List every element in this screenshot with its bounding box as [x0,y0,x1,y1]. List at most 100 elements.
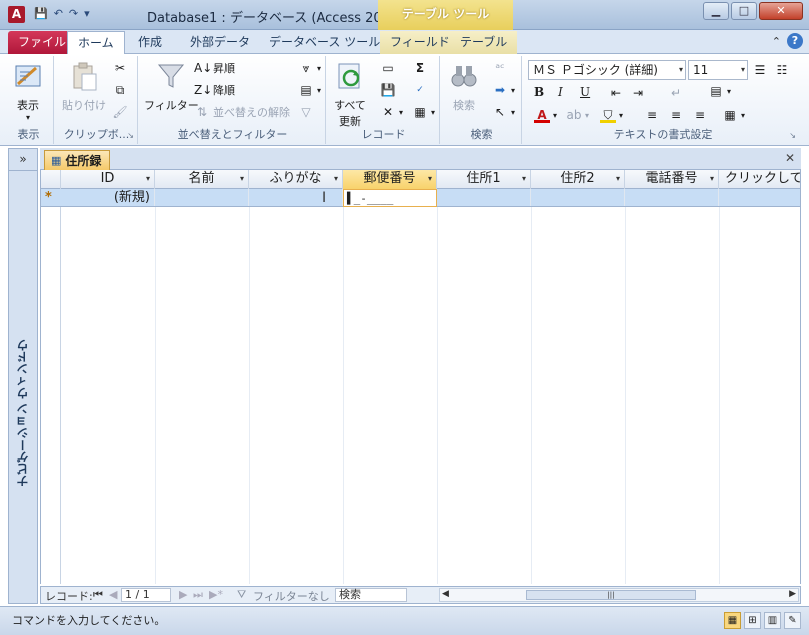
align-right-button[interactable]: ≡ [692,107,708,123]
cell-name[interactable] [155,189,249,206]
font-color-button[interactable]: A ▾ [534,107,557,123]
tab-table[interactable]: テーブル [450,31,518,54]
gridlines-button[interactable]: ▤ ▾ [708,83,731,99]
align-center-button[interactable]: ≡ [668,107,684,123]
tab-database-tools[interactable]: データベース ツール [259,31,390,54]
totals-button[interactable]: Σ [412,60,428,76]
decrease-indent-button[interactable]: ⇤ [608,85,624,101]
close-document-icon[interactable]: ✕ [785,151,795,165]
selection-filter-button[interactable]: ⩔ ▾ [298,60,321,76]
highlight-button[interactable]: ab ▾ [566,107,590,123]
cell-address2[interactable] [531,189,625,206]
font-size-combo[interactable]: 11 ▾ [688,60,748,80]
cell-phone[interactable] [625,189,719,206]
bold-button[interactable]: B [534,85,544,99]
goto-button[interactable]: ➡ ▾ [492,82,515,98]
select-button[interactable]: ↖ ▾ [492,104,515,120]
column-header-name[interactable]: 名前 ▾ [155,170,249,189]
cell-furigana[interactable] [249,189,343,206]
more-records-button[interactable]: ▦ ▾ [412,104,435,120]
replace-button[interactable]: ᵃᶜ [492,60,508,76]
datasheet-view-icon[interactable]: ▦ [724,612,741,629]
undo-icon[interactable]: ↶ [54,7,63,20]
sort-ascending-button[interactable]: A↓ 昇順 [194,60,235,76]
cut-button[interactable]: ✂ [112,60,128,76]
filter-status-button[interactable]: フィルターなし [253,588,330,604]
column-header-address1[interactable]: 住所1 ▾ [437,170,531,189]
tab-file[interactable]: ファイル [8,31,77,54]
tab-fields[interactable]: フィールド [380,31,460,54]
increase-indent-button[interactable]: ⇥ [630,85,646,101]
toggle-filter-button[interactable]: ▽ [298,104,314,120]
column-header-phone[interactable]: 電話番号 ▾ [625,170,719,189]
new-record-row[interactable]: * (新規) ▌_-____ [41,189,800,207]
copy-button[interactable]: ⧉ [112,82,128,98]
customize-qat-icon[interactable]: ▾ [84,7,90,20]
bullets-button[interactable]: ☰ [752,62,768,78]
text-format-launcher-icon[interactable]: ↘ [789,131,796,140]
column-header-id[interactable]: ID ▾ [61,170,155,189]
pivot-chart-view-icon[interactable]: ▥ [764,612,781,629]
clear-sort-button[interactable]: ⇅ 並べ替えの解除 [194,104,290,120]
column-header-address2[interactable]: 住所2 ▾ [531,170,625,189]
close-button[interactable]: ✕ [759,2,803,20]
record-search-input[interactable]: 検索 [335,588,407,602]
pivot-table-view-icon[interactable]: ⊞ [744,612,761,629]
save-record-button[interactable]: 💾 [380,82,396,98]
find-button[interactable]: 検索 [448,60,480,113]
design-view-status-icon[interactable]: ✎ [784,612,801,629]
font-name-combo[interactable]: ＭＳ Ｐゴシック (詳細) ▾ [528,60,686,80]
save-icon[interactable]: 💾 [34,7,48,20]
new-record-nav-icon[interactable]: ▶* [209,588,223,601]
column-dropdown-icon[interactable]: ▾ [428,170,432,188]
column-header-click-to-add[interactable]: クリックして追 [719,170,800,189]
clipboard-launcher-icon[interactable]: ↘ [127,131,134,140]
help-icon[interactable]: ? [787,33,803,49]
left-to-right-button[interactable]: ↵ [668,85,684,101]
current-record-input[interactable]: 1 / 1 [121,588,171,602]
navigation-pane[interactable]: » ナビゲーション ウィンドウ [8,148,38,604]
filter-button[interactable]: フィルター [144,60,199,113]
delete-record-button[interactable]: ✕ ▾ [380,104,403,120]
nav-pane-toggle-button[interactable]: » [9,149,37,171]
redo-icon[interactable]: ↷ [69,7,78,20]
scroll-thumb[interactable]: ||| [526,590,696,600]
access-app-icon[interactable]: A [8,6,25,23]
minimize-ribbon-icon[interactable]: ⌃ [772,35,781,48]
numbering-button[interactable]: ☷ [774,62,790,78]
alt-row-color-button[interactable]: ▦ ▾ [722,107,745,123]
font-name-dropdown-icon[interactable]: ▾ [679,61,683,79]
sort-descending-button[interactable]: Z↓ 降順 [194,82,235,98]
column-dropdown-icon[interactable]: ▾ [522,170,526,188]
cell-id[interactable]: (新規) [61,189,155,206]
underline-button[interactable]: U [580,85,590,99]
column-header-postal-code[interactable]: 郵便番号 ▾ [343,170,437,189]
previous-record-icon[interactable]: ◀ [109,588,117,601]
first-record-icon[interactable]: ⏮ [93,588,103,602]
align-left-button[interactable]: ≡ [644,107,660,123]
view-button[interactable]: 表示 ▾ [12,60,44,122]
select-all-corner[interactable] [41,170,61,189]
font-size-dropdown-icon[interactable]: ▾ [741,61,745,79]
paste-button[interactable]: 貼り付け [62,60,106,113]
doc-tab-addressbook[interactable]: ▦ 住所録 [44,150,111,170]
format-painter-button[interactable]: 🖌 [112,104,128,120]
column-dropdown-icon[interactable]: ▾ [334,170,338,188]
tab-home[interactable]: ホーム [67,31,125,55]
minimize-button[interactable]: ▁ [703,2,729,20]
new-record-marker[interactable]: * [45,190,52,205]
datasheet-grid[interactable]: ID ▾ 名前 ▾ ふりがな ▾ 郵便番号 ▾ 住所1 ▾ 住所2 ▾ 電話番号… [40,170,801,584]
cell-address1[interactable] [437,189,531,206]
column-dropdown-icon[interactable]: ▾ [240,170,244,188]
tab-external-data[interactable]: 外部データ [180,31,260,54]
tab-create[interactable]: 作成 [128,31,172,54]
refresh-all-button[interactable]: すべて 更新 [334,60,366,129]
last-record-icon[interactable]: ⏭ [193,588,203,602]
italic-button[interactable]: I [558,85,563,99]
fill-color-button[interactable]: ⛉ ▾ [600,107,623,123]
scroll-right-icon[interactable]: ▶ [789,589,796,599]
maximize-button[interactable]: □ [731,2,757,20]
horizontal-scrollbar[interactable]: ◀ ||| ▶ [439,588,799,602]
new-record-button[interactable]: ▭ [380,60,396,76]
next-record-icon[interactable]: ▶ [179,588,187,601]
